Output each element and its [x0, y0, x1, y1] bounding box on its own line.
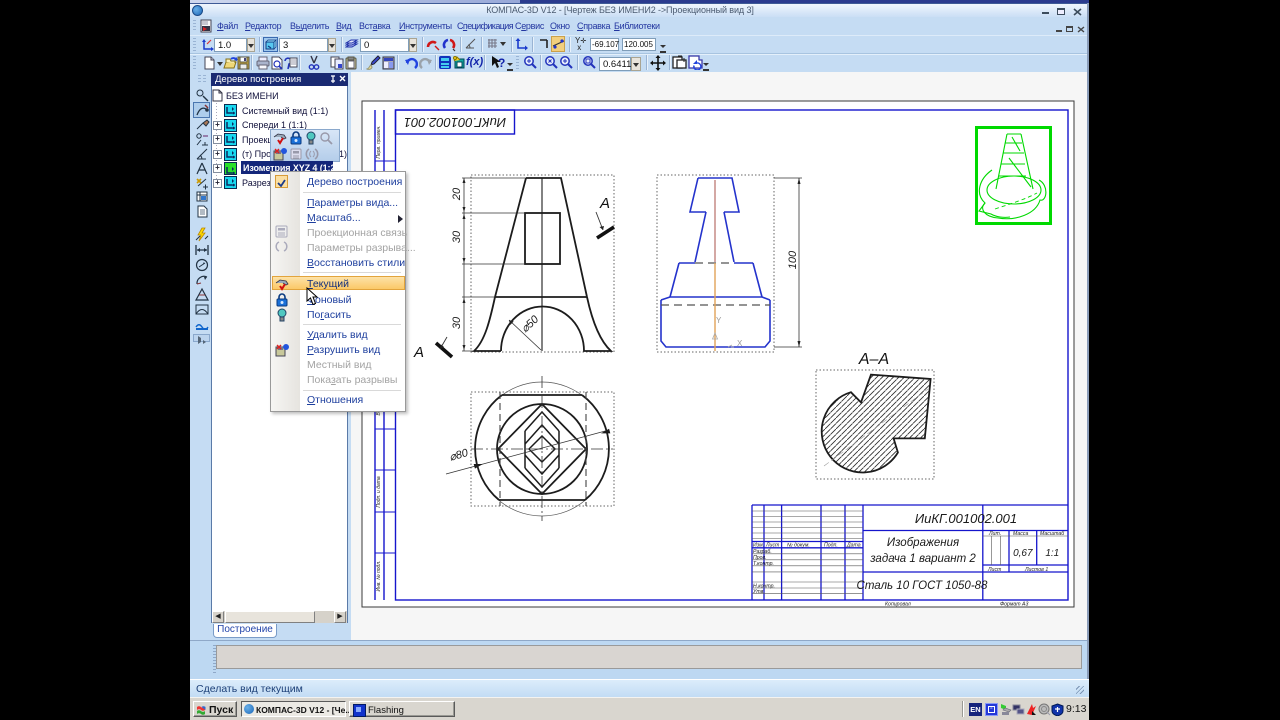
svg-text:Утв.: Утв.: [753, 589, 765, 595]
svg-text:0,67: 0,67: [1013, 548, 1033, 559]
svg-text:Т.контр.: Т.контр.: [753, 561, 774, 567]
svg-text:X: X: [737, 339, 743, 348]
svg-text:Дата: Дата: [846, 543, 861, 549]
svg-text:Копировал: Копировал: [885, 602, 911, 608]
svg-text:1:1: 1:1: [1045, 548, 1059, 559]
svg-text:Лист: Лист: [765, 543, 780, 549]
svg-text:А–А: А–А: [858, 351, 889, 368]
svg-text:30: 30: [451, 230, 463, 243]
svg-text:20: 20: [451, 187, 463, 201]
svg-text:ИиКГ.001002.001: ИиКГ.001002.001: [404, 115, 506, 130]
svg-text:ИиКГ.001002.001: ИиКГ.001002.001: [915, 511, 1017, 526]
svg-text:100: 100: [787, 250, 799, 269]
svg-text:задача 1 вариант 2: задача 1 вариант 2: [869, 553, 976, 565]
svg-text:Изображения: Изображения: [887, 537, 959, 549]
svg-text:Перв. примен.: Перв. примен.: [376, 125, 382, 158]
svg-text:30: 30: [451, 316, 463, 329]
svg-text:А: А: [413, 344, 424, 361]
svg-text:Листов 1: Листов 1: [1024, 567, 1048, 573]
svg-text:Масштаб: Масштаб: [1040, 531, 1065, 537]
svg-text:Лит.: Лит.: [988, 531, 1001, 537]
svg-text:Формат А3: Формат А3: [1000, 602, 1028, 608]
svg-text:Масса: Масса: [1013, 531, 1028, 537]
svg-text:Подп. и дата: Подп. и дата: [376, 476, 382, 508]
svg-text:Y: Y: [716, 316, 722, 325]
svg-text:А: А: [599, 195, 610, 212]
svg-text:№ докум.: № докум.: [787, 543, 810, 549]
svg-text:Сталь 10 ГОСТ 1050-88: Сталь 10 ГОСТ 1050-88: [857, 580, 989, 592]
svg-text:Инв. № подл.: Инв. № подл.: [376, 560, 382, 591]
svg-text:Лист: Лист: [987, 567, 1002, 573]
svg-text:Подп.: Подп.: [824, 543, 838, 549]
svg-text:Изм.: Изм.: [753, 543, 764, 549]
